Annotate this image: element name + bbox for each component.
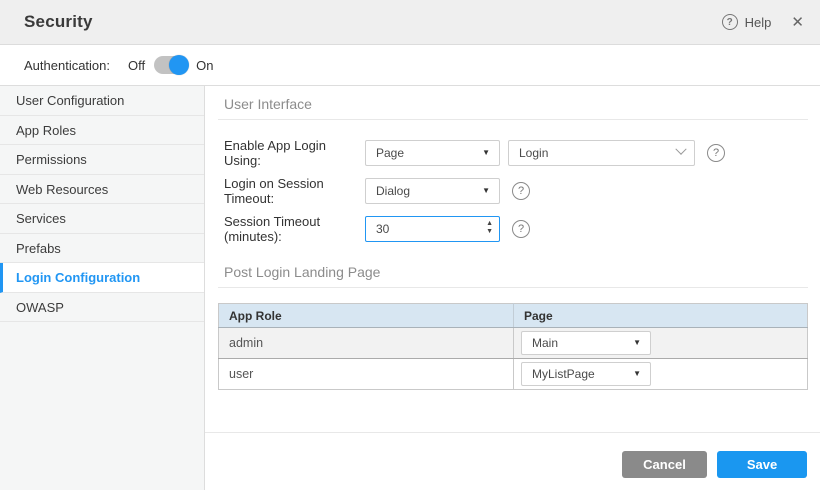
footer-actions: Cancel Save [205, 432, 820, 490]
dropdown-arrow-icon: ▼ [633, 339, 641, 347]
table-header-row: App Role Page [219, 304, 808, 328]
stepper-down-icon[interactable]: ▼ [486, 228, 493, 236]
page-cell: MyListPage ▼ [514, 359, 808, 390]
sidebar-item-prefabs[interactable]: Prefabs [0, 234, 204, 264]
user-interface-section-heading: User Interface [218, 96, 808, 120]
table-row: admin Main ▼ [219, 328, 808, 359]
close-icon[interactable]: ✕ [791, 15, 804, 30]
content-panel: User Interface Enable App Login Using: P… [205, 86, 820, 490]
number-stepper[interactable]: ▲▼ [486, 220, 493, 236]
sidebar-item-login-configuration[interactable]: Login Configuration [0, 263, 204, 293]
page-cell: Main ▼ [514, 328, 808, 359]
column-header-app-role: App Role [219, 304, 514, 328]
toggle-on-label: On [196, 58, 213, 73]
post-login-section-heading: Post Login Landing Page [218, 264, 808, 288]
dropdown-arrow-icon: ▼ [482, 149, 490, 157]
session-timeout-minutes-row: Session Timeout (minutes): ▲▼ ? [224, 216, 808, 242]
login-type-value: Page [376, 146, 404, 160]
session-timeout-type-help-icon[interactable]: ? [512, 182, 530, 200]
save-button[interactable]: Save [717, 451, 807, 478]
session-timeout-type-select[interactable]: Dialog ▼ [365, 178, 500, 204]
session-timeout-type-value: Dialog [376, 184, 410, 198]
table-row: user MyListPage ▼ [219, 359, 808, 390]
login-type-select[interactable]: Page ▼ [365, 140, 500, 166]
session-timeout-type-label: Login on Session Timeout: [224, 176, 365, 206]
session-timeout-input-wrap: ▲▼ [365, 216, 500, 242]
post-login-landing-table: App Role Page admin Main ▼ [218, 303, 808, 390]
user-interface-form: Enable App Login Using: Page ▼ Login ? L… [224, 140, 808, 254]
stepper-up-icon[interactable]: ▲ [486, 220, 493, 228]
authentication-label: Authentication: [24, 58, 110, 73]
column-header-page: Page [514, 304, 808, 328]
sidebar-item-owasp[interactable]: OWASP [0, 293, 204, 323]
login-page-select[interactable]: Login [508, 140, 695, 166]
sidebar-item-web-resources[interactable]: Web Resources [0, 175, 204, 205]
app-role-cell: admin [219, 328, 514, 359]
help-circle-icon[interactable]: ? [722, 14, 738, 30]
sidebar: User Configuration App Roles Permissions… [0, 86, 205, 490]
toggle-knob [169, 55, 189, 75]
login-page-value: Login [519, 146, 548, 160]
admin-page-value: Main [532, 336, 558, 350]
main-layout: User Configuration App Roles Permissions… [0, 86, 820, 490]
dropdown-arrow-icon: ▼ [633, 370, 641, 378]
sidebar-item-services[interactable]: Services [0, 204, 204, 234]
session-timeout-minutes-label: Session Timeout (minutes): [224, 214, 365, 244]
sidebar-item-user-configuration[interactable]: User Configuration [0, 86, 204, 116]
app-role-cell: user [219, 359, 514, 390]
admin-page-select[interactable]: Main ▼ [521, 331, 651, 355]
chevron-down-icon [675, 143, 686, 154]
sidebar-item-app-roles[interactable]: App Roles [0, 116, 204, 146]
enable-app-login-label: Enable App Login Using: [224, 138, 365, 168]
user-page-value: MyListPage [532, 367, 595, 381]
title-bar: Security ? Help ✕ [0, 0, 820, 45]
security-dialog: Security ? Help ✕ Authentication: Off On… [0, 0, 820, 490]
user-page-select[interactable]: MyListPage ▼ [521, 362, 651, 386]
session-timeout-input[interactable] [365, 216, 500, 242]
page-title: Security [24, 12, 93, 32]
dropdown-arrow-icon: ▼ [482, 187, 490, 195]
sidebar-item-permissions[interactable]: Permissions [0, 145, 204, 175]
cancel-button[interactable]: Cancel [622, 451, 707, 478]
enable-app-login-help-icon[interactable]: ? [707, 144, 725, 162]
enable-app-login-row: Enable App Login Using: Page ▼ Login ? [224, 140, 808, 166]
session-timeout-type-row: Login on Session Timeout: Dialog ▼ ? [224, 178, 808, 204]
session-timeout-minutes-help-icon[interactable]: ? [512, 220, 530, 238]
authentication-bar: Authentication: Off On [0, 45, 820, 86]
help-link[interactable]: Help [745, 15, 772, 30]
authentication-toggle[interactable] [154, 56, 187, 74]
toggle-off-label: Off [128, 58, 145, 73]
